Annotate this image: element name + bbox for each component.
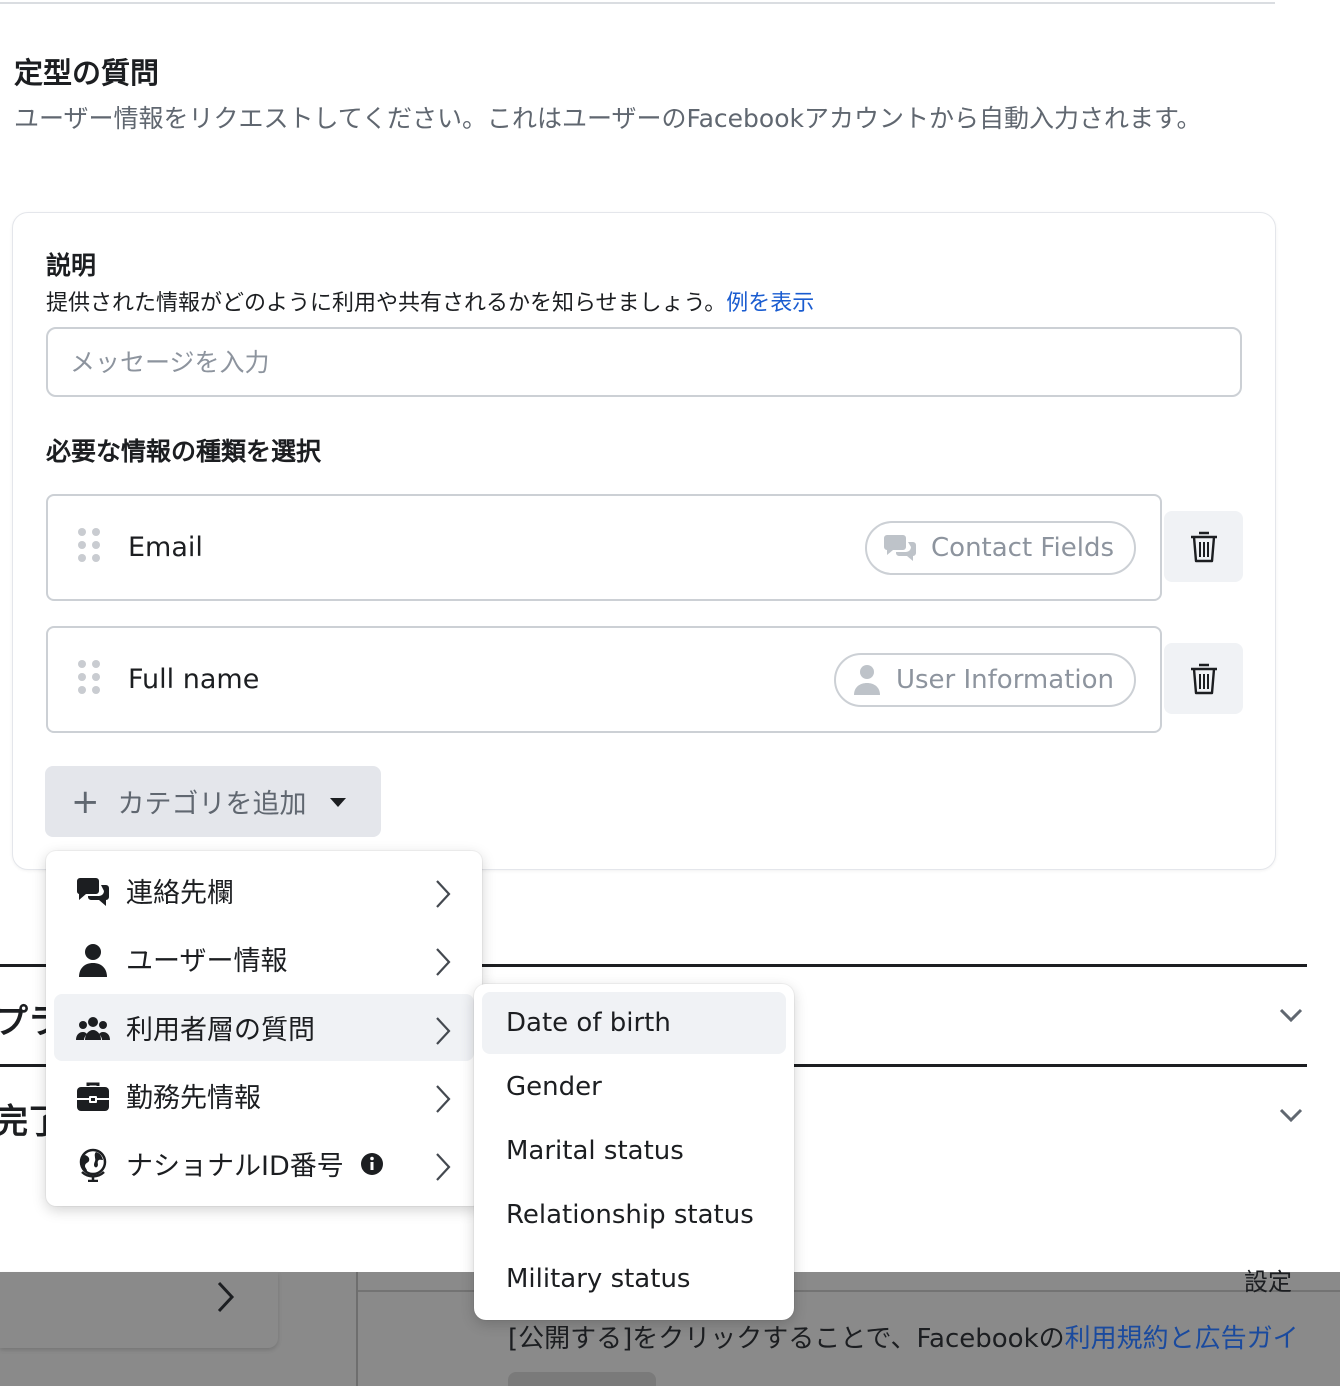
- demographic-submenu: Date of birth Gender Marital status Rela…: [474, 984, 794, 1320]
- chevron-right-icon: [436, 1085, 451, 1113]
- field-row-email: Email Contact Fields: [46, 494, 1162, 601]
- menu-item-demographic-questions[interactable]: 利用者層の質問: [54, 994, 474, 1061]
- category-dropdown-menu: 連絡先欄 ユーザー情報 利用者層の質問 勤務先情報 ナショナルID番号: [46, 851, 482, 1206]
- submenu-item-marital-status[interactable]: Marital status: [482, 1120, 786, 1182]
- chevron-right-icon: [436, 948, 451, 976]
- caret-down-icon: [329, 797, 346, 807]
- delete-email-button[interactable]: [1164, 511, 1243, 582]
- chat-bubbles-icon: [76, 878, 109, 906]
- briefcase-icon: [77, 1082, 109, 1111]
- description-help: 提供された情報がどのように利用や共有されるかを知らせましょう。例を表示: [46, 285, 814, 317]
- chevron-right-icon: [217, 1281, 235, 1313]
- section-title: 定型の質問: [14, 56, 160, 90]
- show-example-link[interactable]: 例を表示: [726, 291, 814, 316]
- field-name: Email: [128, 532, 203, 563]
- submenu-item-gender[interactable]: Gender: [482, 1056, 786, 1118]
- group-icon: [76, 1017, 110, 1040]
- terms-link: 利用規約と広告ガイ: [1064, 1324, 1299, 1354]
- setting-text: 設定: [1244, 1268, 1292, 1296]
- delete-full-name-button[interactable]: [1164, 643, 1243, 714]
- category-chip: Contact Fields: [865, 521, 1136, 575]
- trash-icon: [1190, 663, 1217, 694]
- add-category-button[interactable]: + カテゴリを追加: [45, 766, 381, 837]
- plus-icon: +: [71, 781, 100, 822]
- submenu-item-date-of-birth[interactable]: Date of birth: [482, 992, 786, 1054]
- field-name: Full name: [128, 664, 260, 695]
- drag-handle-icon[interactable]: [78, 528, 100, 562]
- person-icon: [853, 665, 880, 695]
- dimmed-button: [508, 1372, 656, 1386]
- category-chip-label: User Information: [895, 665, 1114, 695]
- menu-item-work-info[interactable]: 勤務先情報: [54, 1062, 474, 1129]
- category-chip: User Information: [833, 653, 1136, 707]
- publish-terms-text: [公開する]をクリックすることで、Facebookの利用規約と広告ガイ: [508, 1324, 1299, 1354]
- submenu-item-military-status[interactable]: Military status: [482, 1248, 786, 1310]
- menu-item-label: 利用者層の質問: [126, 1015, 315, 1046]
- chat-bubbles-icon: [884, 535, 917, 561]
- chevron-right-icon: [436, 880, 451, 908]
- chevron-right-icon: [436, 1153, 451, 1181]
- menu-item-label: 連絡先欄: [126, 878, 234, 909]
- menu-item-contact-fields[interactable]: 連絡先欄: [54, 857, 474, 924]
- menu-item-user-info[interactable]: ユーザー情報: [54, 925, 474, 992]
- chevron-right-icon: [436, 1017, 451, 1045]
- person-icon: [79, 944, 107, 977]
- info-icon[interactable]: [360, 1152, 384, 1176]
- menu-item-national-id[interactable]: ナショナルID番号: [54, 1130, 474, 1197]
- menu-item-label: 勤務先情報: [126, 1083, 261, 1114]
- add-category-label: カテゴリを追加: [117, 789, 307, 820]
- globe-icon: [79, 1148, 107, 1182]
- drag-handle-icon[interactable]: [78, 660, 100, 694]
- description-label: 説明: [46, 251, 97, 280]
- chevron-down-icon[interactable]: [1278, 1106, 1304, 1124]
- required-info-label: 必要な情報の種類を選択: [46, 437, 322, 466]
- submenu-item-relationship-status[interactable]: Relationship status: [482, 1184, 786, 1246]
- message-input[interactable]: [46, 327, 1242, 397]
- trash-icon: [1190, 531, 1217, 562]
- description-help-text: 提供された情報がどのように利用や共有されるかを知らせましょう。: [46, 291, 727, 316]
- menu-item-label: ユーザー情報: [126, 946, 288, 977]
- top-divider: [0, 2, 1275, 4]
- section-description: ユーザー情報をリクエストしてください。これはユーザーのFacebookアカウント…: [14, 104, 1202, 133]
- menu-item-label: ナショナルID番号: [126, 1144, 384, 1183]
- field-row-full-name: Full name User Information: [46, 626, 1162, 733]
- category-chip-label: Contact Fields: [931, 533, 1114, 563]
- chevron-down-icon[interactable]: [1278, 1006, 1304, 1024]
